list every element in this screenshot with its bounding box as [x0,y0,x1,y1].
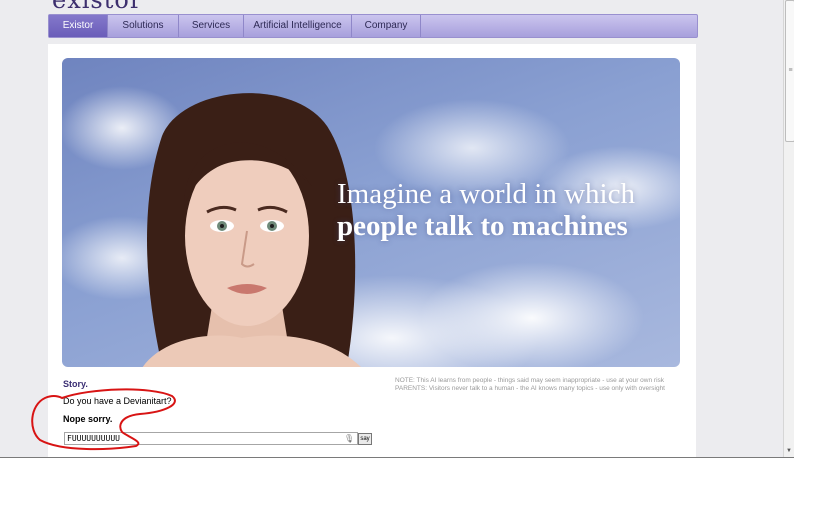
disclaimer-notes: NOTE: This AI learns from people - thing… [395,377,685,393]
nav-item-solutions[interactable]: Solutions [108,15,179,37]
woman-portrait-image [142,93,361,367]
microphone-icon[interactable]: 🎙 [344,434,354,443]
scroll-down-arrow-icon[interactable]: ▼ [784,446,794,457]
grip-icon: ≡ [788,67,793,74]
vertical-scrollbar[interactable]: ≡ ▼ [783,0,794,457]
nav-item-services[interactable]: Services [179,15,244,37]
nav-item-existor[interactable]: Existor [49,15,108,37]
page-content: Imagine a world in which people talk to … [48,44,696,457]
chat-user-message: Do you have a Devianitart? [63,396,172,406]
chat-input[interactable]: FUUUUUUUUUU [64,432,358,445]
chat-bot-reply: Nope sorry. [63,414,113,424]
scrollbar-thumb[interactable]: ≡ [785,0,794,142]
nav-item-artificial-intelligence[interactable]: Artificial Intelligence [244,15,352,37]
main-nav: Existor Solutions Services Artificial In… [48,14,698,38]
site-logo[interactable]: existor [52,0,142,14]
hero-banner: Imagine a world in which people talk to … [62,58,680,367]
note-line: NOTE: This AI learns from people - thing… [395,377,665,384]
chat-story-label: Story. [63,379,88,389]
hero-headline-line2: people talk to machines [337,210,628,242]
browser-viewport: existor Existor Solutions Services Artif… [0,0,794,457]
nav-item-company[interactable]: Company [352,15,421,37]
hero-headline-line1: Imagine a world in which [337,178,635,210]
viewport-bottom-border [0,457,794,458]
parents-note-line: PARENTS: Visitors never talk to a human … [395,385,665,392]
hero-headline: Imagine a world in which people talk to … [337,178,635,242]
say-button[interactable]: say [358,433,372,445]
